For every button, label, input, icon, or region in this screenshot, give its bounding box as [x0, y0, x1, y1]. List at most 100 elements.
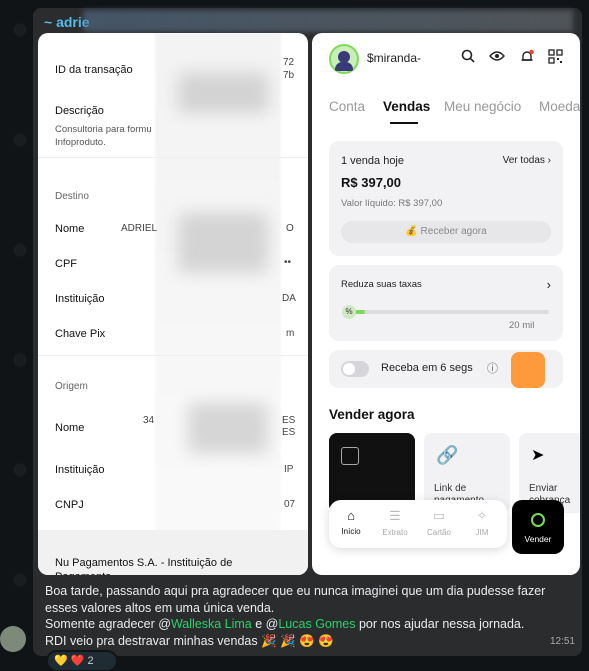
tab-vendas[interactable]: Vendas: [383, 99, 430, 114]
see-all-link[interactable]: Ver todas ›: [503, 155, 551, 166]
sales-card[interactable]: 1 venda hoje Ver todas › R$ 397,00 Valor…: [329, 141, 563, 256]
origem-nome-label: Nome: [55, 422, 85, 434]
chevron-right-icon[interactable]: ›: [547, 277, 551, 292]
redaction-blur: [188, 403, 268, 453]
nav-label: JIM: [475, 528, 489, 537]
sell-now-title: Vender agora: [329, 407, 415, 422]
instituicao-label: Instituição: [55, 293, 105, 305]
sparkles-icon: ✧: [476, 508, 488, 523]
receipt-screenshot[interactable]: ID da transação 72 7b Descrição Consulto…: [38, 33, 308, 575]
transaction-id-value: 72: [283, 57, 295, 68]
instant-receive-card[interactable]: Receba em 6 segs ⓘ: [329, 350, 563, 388]
message-text-fragment: e @: [251, 617, 279, 631]
divider: [38, 355, 308, 356]
tab-moeda[interactable]: Moeda: [539, 99, 580, 114]
reaction-emojis: 💛 ❤️: [54, 655, 85, 667]
app-screenshot[interactable]: $miranda- Conta Vendas Meu negócio Moeda…: [312, 33, 580, 575]
redaction-blur: [178, 73, 268, 113]
product-icon: [341, 447, 359, 465]
sell-button-label: Vender: [524, 534, 552, 544]
money-icon: 💰: [405, 226, 421, 237]
net-value: Valor líquido: R$ 397,00: [341, 198, 443, 209]
phone-illustration-icon: [511, 352, 545, 388]
message-line: Boa tarde, passando aqui pra agradecer q…: [45, 584, 546, 615]
active-tab-indicator: [390, 122, 418, 124]
origem-instituicao-value: IP: [284, 464, 294, 475]
receive-now-button[interactable]: 💰 Receber agora: [341, 221, 551, 243]
tab-meu-negocio[interactable]: Meu negócio: [444, 99, 521, 114]
reduce-fees-title: Reduza suas taxas: [341, 279, 422, 290]
tab-conta[interactable]: Conta: [329, 99, 365, 114]
redaction-blur: [155, 33, 281, 575]
list-icon: ☰: [389, 508, 401, 523]
nav-extrato[interactable]: ☰ Extrato: [373, 508, 417, 537]
qr-scan-icon[interactable]: [546, 49, 564, 67]
toggle-knob: [343, 363, 355, 375]
send-charge-icon: ➤: [531, 447, 545, 464]
nav-inicio[interactable]: ⌂ Início: [329, 508, 373, 536]
help-icon[interactable]: ⓘ: [487, 360, 498, 376]
destino-section-label: Destino: [55, 191, 89, 202]
bottom-navigation: ⌂ Início ☰ Extrato ▭ Cartão ✧ JIM: [329, 500, 507, 548]
nome-value-end: O: [286, 223, 294, 234]
percent-icon: %: [342, 305, 356, 319]
description-label: Descrição: [55, 105, 104, 117]
cnpj-value: 07: [284, 499, 296, 510]
origem-nome-value-end: ES ES: [282, 415, 296, 438]
eye-icon[interactable]: [488, 49, 506, 67]
chave-pix-value: m: [286, 328, 295, 339]
sell-button[interactable]: Vender: [512, 500, 564, 554]
card-icon: ▭: [432, 508, 446, 523]
description-value: Consultoria para formu Infoproduto.: [55, 124, 152, 148]
receive-now-label: Receber agora: [420, 226, 487, 237]
fees-progress-bar: [349, 310, 549, 314]
fees-target: 20 mil: [509, 320, 535, 331]
origem-nome-value: 34: [143, 415, 155, 426]
origem-section-label: Origem: [55, 381, 88, 392]
message-text: Boa tarde, passando aqui pra agradecer q…: [45, 583, 575, 649]
instant-receive-toggle[interactable]: [341, 361, 369, 377]
instituicao-value: DA: [282, 293, 296, 304]
cpf-label: CPF: [55, 258, 77, 270]
nome-value: ADRIEL: [121, 223, 158, 234]
nav-label: Início: [341, 527, 361, 536]
sales-count: 1 venda hoje: [341, 155, 404, 167]
message-timestamp: 12:51: [549, 636, 575, 647]
message-text-fragment: Somente agradecer @: [45, 617, 171, 631]
reaction-pill[interactable]: 💛 ❤️ 2: [46, 650, 118, 671]
username: $miranda-: [367, 51, 422, 65]
nav-label: Cartão: [426, 528, 451, 537]
reduce-fees-card[interactable]: Reduza suas taxas › % 20 mil: [329, 265, 563, 341]
sender-avatar[interactable]: [0, 626, 26, 652]
sales-amount: R$ 397,00: [341, 175, 401, 190]
chave-pix-label: Chave Pix: [55, 328, 106, 340]
bell-icon[interactable]: [518, 49, 536, 67]
cpf-value: ••: [284, 257, 292, 268]
nav-jim[interactable]: ✧ JIM: [460, 508, 504, 537]
divider: [38, 157, 308, 158]
link-icon: 🔗: [436, 445, 459, 465]
message-line: Somente agradecer @Walleska Lima e @Luca…: [45, 616, 575, 633]
origem-instituicao-label: Instituição: [55, 464, 105, 476]
transaction-id-label: ID da transação: [55, 64, 133, 76]
bank-name: Nu Pagamentos S.A. - Instituição de Paga…: [55, 557, 233, 575]
nav-cartao[interactable]: ▭ Cartão: [417, 508, 461, 537]
redacted-sender: [83, 10, 573, 32]
nome-label: Nome: [55, 223, 85, 235]
search-icon[interactable]: [459, 49, 477, 67]
avatar-body: [335, 62, 353, 71]
home-icon: ⌂: [347, 508, 355, 523]
sell-ring-icon: [531, 513, 545, 527]
see-all-label: Ver todas: [502, 155, 545, 166]
cnpj-label: CNPJ: [55, 499, 84, 511]
message-line: RDI veio pra destravar minhas vendas 🎉 🎉…: [45, 633, 334, 648]
profile-avatar[interactable]: [329, 44, 359, 74]
instant-receive-label: Receba em 6 segs: [381, 362, 473, 374]
reaction-count: 2: [87, 655, 94, 667]
mention-link[interactable]: Walleska Lima: [171, 617, 252, 631]
transaction-id-value: 7b: [283, 70, 295, 81]
mention-link[interactable]: Lucas Gomes: [278, 617, 355, 631]
nav-label: Extrato: [382, 528, 408, 537]
message-text-fragment: por nos ajudar nessa jornada.: [355, 617, 525, 631]
redaction-blur: [178, 213, 268, 273]
